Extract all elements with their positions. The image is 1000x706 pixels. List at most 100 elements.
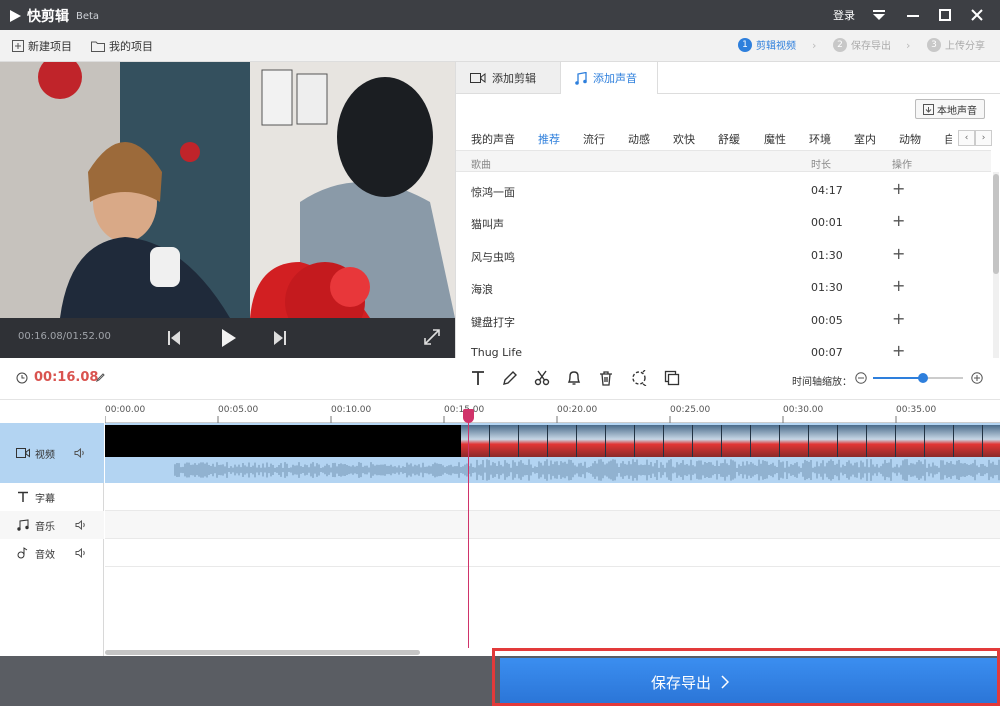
zoom-slider-fill	[873, 377, 923, 379]
video-frame-image	[0, 62, 455, 318]
video-thumbnail	[983, 425, 1000, 457]
scissors-icon[interactable]	[534, 370, 550, 386]
sound-categories: 我的声音 推荐 流行 动感 欢快 舒缓 魔性 环境 室内 动物 自 ‹ ›	[456, 126, 1000, 148]
sound-list-item[interactable]: Thug Life 00:07 +	[456, 336, 991, 358]
track-headers: 视频 字幕 音乐 音效	[0, 423, 104, 656]
sfx-track[interactable]	[105, 539, 1000, 567]
playhead-handle[interactable]	[463, 409, 474, 423]
music-track[interactable]	[105, 511, 1000, 539]
zoom-label: 时间轴缩放：	[792, 377, 852, 388]
chevron-left-icon[interactable]: ‹	[958, 130, 975, 146]
bell-icon[interactable]	[566, 370, 582, 386]
track-header-sfx[interactable]: 音效	[0, 539, 104, 567]
step-upload-share[interactable]: 3 上传分享	[927, 37, 985, 52]
ruler-tick-label: 00:30.00	[783, 405, 824, 415]
category-scroll-arrows: ‹ ›	[958, 130, 992, 146]
track-header-video[interactable]: 视频	[0, 423, 104, 483]
pencil-icon[interactable]	[502, 370, 518, 386]
category-indoor[interactable]: 室内	[854, 131, 876, 147]
ruler-tick-label: 00:25.00	[670, 405, 711, 415]
music-note-icon	[575, 71, 587, 85]
timeline-ruler[interactable]: 00:00.00 00:05.00 00:10.00 00:15.00 00:2…	[105, 400, 1000, 423]
song-duration: 00:05	[811, 314, 843, 327]
edit-time-icon[interactable]	[96, 373, 105, 382]
speaker-icon[interactable]	[75, 520, 87, 530]
song-duration: 01:30	[811, 249, 843, 262]
zoom-out-icon[interactable]	[855, 372, 867, 384]
chevron-right-icon[interactable]: ›	[975, 130, 992, 146]
maximize-icon[interactable]	[930, 0, 960, 30]
step-edit-video[interactable]: 1 剪辑视频	[738, 37, 796, 52]
tab-add-edit-label: 添加剪辑	[492, 71, 536, 85]
header-duration: 时长	[811, 160, 831, 171]
video-thumbnail	[751, 425, 780, 457]
delete-icon[interactable]	[598, 370, 614, 386]
video-thumbnail	[461, 425, 490, 457]
category-cheerful[interactable]: 欢快	[673, 131, 695, 147]
add-plus-icon[interactable]: +	[892, 341, 905, 358]
tab-add-edit[interactable]: 添加剪辑	[456, 62, 560, 94]
sound-list-item[interactable]: 键盘打字 00:05 +	[456, 304, 991, 336]
sound-list-item[interactable]: 风与虫鸣 01:30 +	[456, 239, 991, 271]
my-projects-button[interactable]: 我的项目	[91, 38, 153, 54]
list-scrollbar[interactable]	[993, 174, 999, 274]
playhead[interactable]	[468, 411, 469, 648]
local-sound-button[interactable]: 本地声音	[915, 99, 985, 119]
zoom-in-icon[interactable]	[971, 372, 983, 384]
tab-add-audio[interactable]: 添加声音	[560, 62, 658, 94]
menu-dropdown-icon[interactable]	[864, 0, 894, 30]
category-dynamic[interactable]: 动感	[628, 131, 650, 147]
step-label: 上传分享	[945, 41, 985, 52]
add-plus-icon[interactable]: +	[892, 179, 905, 198]
category-environment[interactable]: 环境	[809, 131, 831, 147]
sound-list-item[interactable]: 猫叫声 00:01 +	[456, 206, 991, 238]
category-animals[interactable]: 动物	[899, 131, 921, 147]
timeline-scrollbar[interactable]	[105, 650, 420, 655]
title-bar: 快剪辑 Beta 登录	[0, 0, 1000, 30]
add-plus-icon[interactable]: +	[892, 244, 905, 263]
sound-list-item[interactable]: 海浪 01:30 +	[456, 271, 991, 303]
app-logo: 快剪辑 Beta	[8, 6, 99, 26]
play-icon[interactable]	[221, 328, 237, 348]
minimize-icon[interactable]	[898, 0, 928, 30]
subtitle-track[interactable]	[105, 483, 1000, 511]
song-duration: 00:01	[811, 216, 843, 229]
category-pop[interactable]: 流行	[583, 131, 605, 147]
add-plus-icon[interactable]: +	[892, 309, 905, 328]
fullscreen-icon[interactable]	[424, 329, 440, 345]
category-soothing[interactable]: 舒缓	[718, 131, 740, 147]
unlink-icon[interactable]	[630, 370, 648, 386]
previous-frame-icon[interactable]	[168, 331, 180, 345]
video-clip-black[interactable]	[105, 425, 461, 457]
category-my-sounds[interactable]: 我的声音	[471, 131, 515, 147]
category-quirky[interactable]: 魔性	[764, 131, 786, 147]
step-save-export[interactable]: 2 保存导出	[833, 37, 891, 52]
current-time: 00:16.08	[34, 370, 99, 385]
speaker-icon[interactable]	[75, 548, 87, 558]
track-header-music[interactable]: 音乐	[0, 511, 104, 539]
song-duration: 04:17	[811, 184, 843, 197]
new-project-button[interactable]: 新建项目	[12, 38, 72, 54]
highlight-box	[492, 648, 1000, 706]
copy-icon[interactable]	[664, 370, 680, 386]
track-header-subtitle[interactable]: 字幕	[0, 483, 104, 511]
sound-list-item[interactable]: 惊鸿一面 04:17 +	[456, 174, 991, 206]
video-clip-thumbnails[interactable]	[461, 425, 1000, 457]
new-project-icon	[12, 40, 24, 52]
speaker-icon[interactable]	[74, 448, 86, 458]
add-plus-icon[interactable]: +	[892, 211, 905, 230]
login-button[interactable]: 登录	[826, 0, 862, 30]
next-frame-icon[interactable]	[274, 331, 286, 345]
zoom-slider-handle[interactable]	[918, 373, 928, 383]
add-plus-icon[interactable]: +	[892, 276, 905, 295]
text-tool-icon[interactable]	[470, 370, 486, 386]
clock-icon	[16, 372, 28, 384]
step-label: 保存导出	[851, 41, 891, 52]
video-thumbnail	[577, 425, 606, 457]
video-preview[interactable]	[0, 62, 455, 318]
close-icon[interactable]	[962, 0, 992, 30]
video-thumbnail	[490, 425, 519, 457]
folder-icon	[91, 41, 105, 52]
category-truncated[interactable]: 自	[944, 131, 952, 147]
category-recommended[interactable]: 推荐	[538, 131, 560, 147]
